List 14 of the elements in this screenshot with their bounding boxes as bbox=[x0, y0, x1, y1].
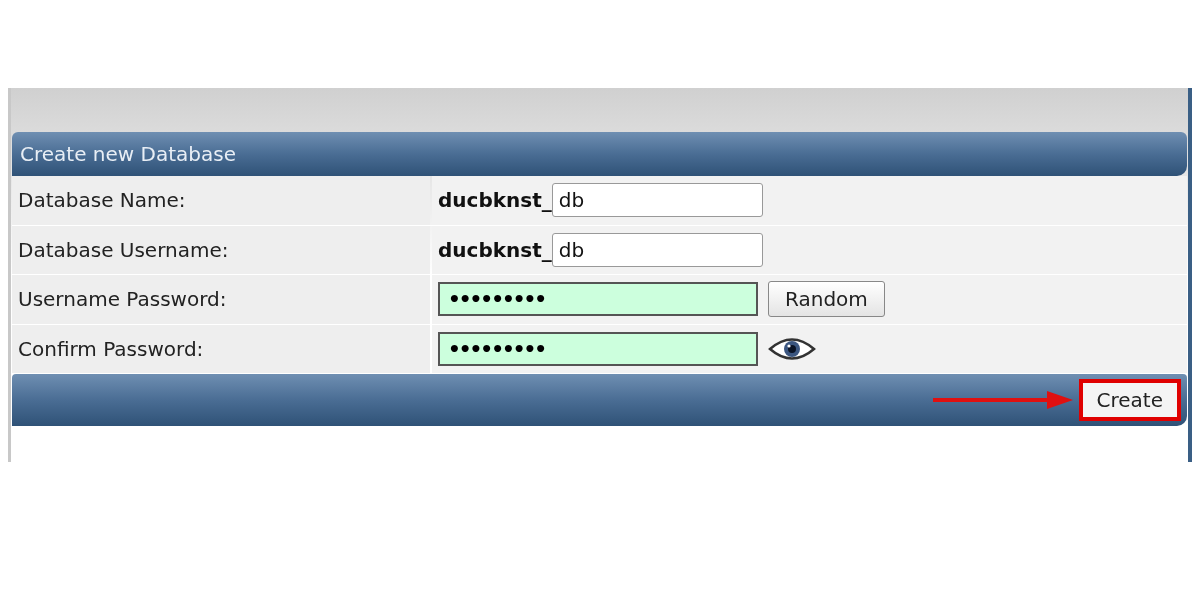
input-field[interactable]: db bbox=[551, 232, 763, 267]
field-label: Database Name: bbox=[18, 187, 186, 215]
create-button[interactable]: Create bbox=[1078, 379, 1181, 421]
panel-title: Create new Database bbox=[20, 141, 236, 168]
password-field[interactable]: ••••••••• bbox=[438, 331, 758, 366]
eye-icon[interactable] bbox=[768, 335, 816, 362]
field-label: Username Password: bbox=[18, 286, 227, 314]
random-button[interactable]: Random bbox=[768, 281, 885, 318]
field-label: Database Username: bbox=[18, 236, 229, 264]
field-label: Confirm Password: bbox=[18, 335, 204, 363]
input-field[interactable]: db bbox=[551, 183, 763, 218]
prefix-text: ducbknst_ bbox=[438, 236, 552, 264]
password-field[interactable]: ••••••••• bbox=[438, 282, 758, 317]
prefix-text: ducbknst_ bbox=[438, 187, 552, 215]
